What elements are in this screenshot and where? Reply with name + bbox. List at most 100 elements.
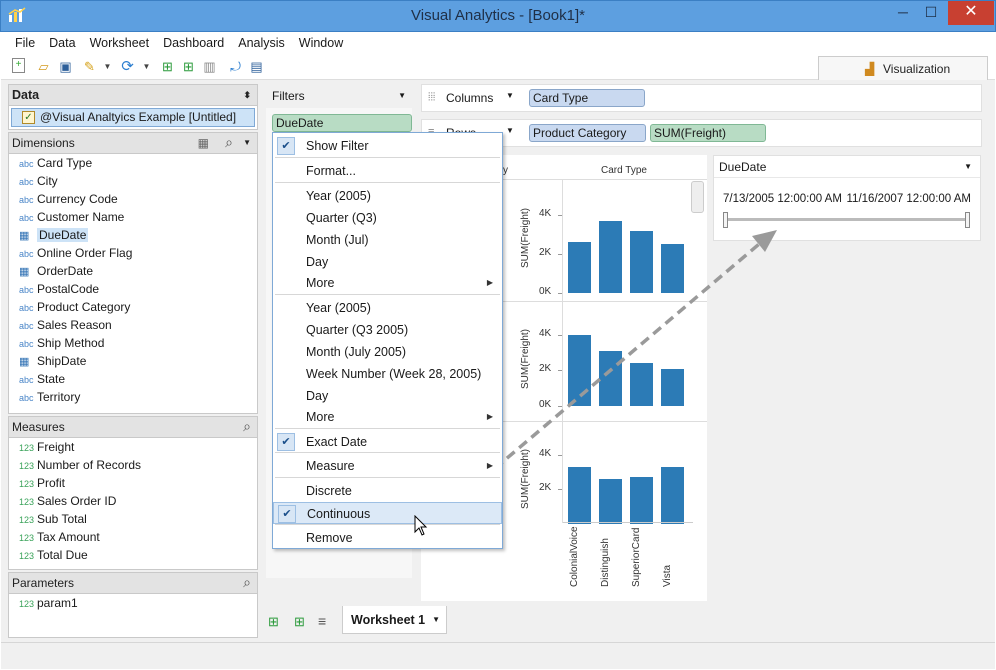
text-field-icon: abc [19, 249, 34, 259]
menu-item-label: Day [306, 389, 329, 403]
menu-dashboard[interactable]: Dashboard [156, 32, 231, 54]
menu-separator [275, 477, 500, 478]
text-field-icon: abc [19, 303, 34, 313]
dimension-item[interactable]: abc State [9, 370, 257, 388]
chevron-down-icon[interactable]: ▼ [99, 58, 116, 75]
data-pane-title: Data [12, 88, 40, 102]
rows-pill-product-category[interactable]: Product Category [529, 124, 646, 142]
measure-item[interactable]: 123 Profit [9, 474, 257, 492]
menu-item-month-jul[interactable]: Month (Jul) [273, 229, 502, 251]
menu-item-discrete[interactable]: Discrete [273, 480, 502, 502]
filter-pill-duedate[interactable]: DueDate [272, 114, 412, 132]
menu-item-exact-date[interactable]: ✔ Exact Date [273, 431, 502, 453]
measure-item[interactable]: 123 Sales Order ID [9, 492, 257, 510]
open-icon[interactable]: ▱ [35, 58, 52, 75]
chart-icon[interactable]: ▥ [201, 58, 218, 75]
dimension-item[interactable]: ▦ DueDate [9, 226, 257, 244]
chevron-down-icon[interactable]: ▼ [964, 156, 972, 178]
measure-item[interactable]: 123 Tax Amount [9, 528, 257, 546]
range-slider-track[interactable] [726, 218, 970, 221]
tab-worksheet-1[interactable]: Worksheet 1 ▼ [342, 606, 447, 634]
menu-item-year-2005[interactable]: Year (2005) [273, 185, 502, 207]
tab-visualization[interactable]: ▟ Visualization [818, 56, 988, 80]
menu-item-quarter-q3[interactable]: Quarter (Q3) [273, 207, 502, 229]
dimension-item[interactable]: abc Ship Method [9, 334, 257, 352]
new-dashboard-icon[interactable]: ⊞ [294, 614, 305, 630]
save-icon[interactable]: ▣ [57, 58, 74, 75]
chevron-down-icon[interactable]: ▼ [398, 84, 406, 108]
chevron-down-icon[interactable]: ▼ [506, 91, 514, 100]
menu-item-continuous[interactable]: ✔ Continuous [273, 502, 502, 524]
dimension-item[interactable]: abc Currency Code [9, 190, 257, 208]
measure-item[interactable]: 123 Freight [9, 438, 257, 456]
menu-data[interactable]: Data [42, 32, 82, 54]
date-field-icon: ▦ [19, 356, 30, 368]
menu-separator [275, 157, 500, 158]
chevron-down-icon[interactable]: ▼ [243, 133, 251, 153]
close-button[interactable]: ✕ [948, 1, 994, 25]
menu-item-more[interactable]: More ▶ [273, 406, 502, 428]
rows-pill-sum-freight[interactable]: SUM(Freight) [650, 124, 766, 142]
dimension-item[interactable]: abc Product Category [9, 298, 257, 316]
menu-window[interactable]: Window [292, 32, 350, 54]
menu-item-day[interactable]: Day [273, 251, 502, 273]
sort-arrows-icon[interactable]: ⬍ [243, 85, 251, 105]
menu-item-day[interactable]: Day [273, 385, 502, 407]
minimize-button[interactable]: ─ [888, 1, 918, 25]
search-icon[interactable]: ⌕ [225, 132, 233, 152]
datasource-item[interactable]: ✓ @Visual Analtyics Example [Untitled] [11, 108, 255, 127]
range-slider-max-handle[interactable] [965, 212, 970, 228]
menu-item-remove[interactable]: Remove [273, 527, 502, 549]
dimension-item[interactable]: abc Online Order Flag [9, 244, 257, 262]
parameters-header: Parameters ⌕ [8, 572, 258, 594]
dimension-item[interactable]: abc Territory [9, 388, 257, 406]
refresh-icon[interactable]: ⟳ [119, 58, 136, 75]
measure-item[interactable]: 123 Sub Total [9, 510, 257, 528]
menu-item-month-july-2005[interactable]: Month (July 2005) [273, 341, 502, 363]
menu-item-week-number-week-28-2005[interactable]: Week Number (Week 28, 2005) [273, 363, 502, 385]
visualization-icon: ▟ [865, 62, 875, 76]
columns-icon: ⦙⦙⦙ [428, 91, 436, 103]
search-icon[interactable]: ⌕ [243, 416, 251, 436]
filters-title: Filters [272, 89, 305, 103]
dimension-item[interactable]: abc Card Type [9, 154, 257, 172]
maximize-button[interactable]: ☐ [916, 1, 946, 25]
columns-pill-card-type[interactable]: Card Type [529, 89, 645, 107]
menu-analysis[interactable]: Analysis [231, 32, 292, 54]
dimension-item[interactable]: ▦ OrderDate [9, 262, 257, 280]
vertical-scrollbar[interactable] [691, 181, 704, 213]
dimension-item[interactable]: abc PostalCode [9, 280, 257, 298]
menu-item-more[interactable]: More ▶ [273, 272, 502, 294]
measure-item[interactable]: 123 Total Due [9, 546, 257, 564]
search-icon[interactable]: ⌕ [243, 572, 251, 592]
filters-header: Filters ▼ [266, 84, 412, 108]
new-icon[interactable]: + [12, 58, 25, 73]
sort-icon[interactable]: ▤ [248, 58, 265, 75]
menu-item-label: Quarter (Q3 2005) [306, 323, 409, 337]
new-dashboard-icon[interactable]: ⊞ [180, 58, 197, 75]
datasource-icon[interactable]: ✎ [81, 58, 98, 75]
swap-icon[interactable]: ⤾ [227, 58, 244, 75]
chevron-down-icon[interactable]: ▼ [138, 58, 155, 75]
measure-item[interactable]: 123 Number of Records [9, 456, 257, 474]
measures-header: Measures ⌕ [8, 416, 258, 438]
new-worksheet-icon[interactable]: ⊞ [268, 614, 279, 630]
dimension-item[interactable]: abc Sales Reason [9, 316, 257, 334]
new-worksheet-icon[interactable]: ⊞ [159, 58, 176, 75]
parameter-item[interactable]: 123 param1 [9, 594, 257, 612]
menu-worksheet[interactable]: Worksheet [83, 32, 157, 54]
menu-item-show-filter[interactable]: ✔ Show Filter [273, 135, 502, 157]
dimension-item[interactable]: abc Customer Name [9, 208, 257, 226]
chevron-down-icon[interactable]: ▼ [506, 126, 514, 135]
menu-item-quarter-q3-2005[interactable]: Quarter (Q3 2005) [273, 319, 502, 341]
dimension-item[interactable]: ▦ ShipDate [9, 352, 257, 370]
table-icon[interactable]: ▦ [198, 133, 209, 153]
sheet-list-icon[interactable]: ≡ [318, 613, 326, 629]
menu-item-label: More [306, 276, 335, 290]
menu-file[interactable]: File [1, 32, 42, 54]
menu-item-format[interactable]: Format... [273, 160, 502, 182]
menu-item-year-2005[interactable]: Year (2005) [273, 297, 502, 319]
chevron-down-icon[interactable]: ▼ [432, 606, 440, 634]
menu-item-measure[interactable]: Measure ▶ [273, 455, 502, 477]
dimension-item[interactable]: abc City [9, 172, 257, 190]
